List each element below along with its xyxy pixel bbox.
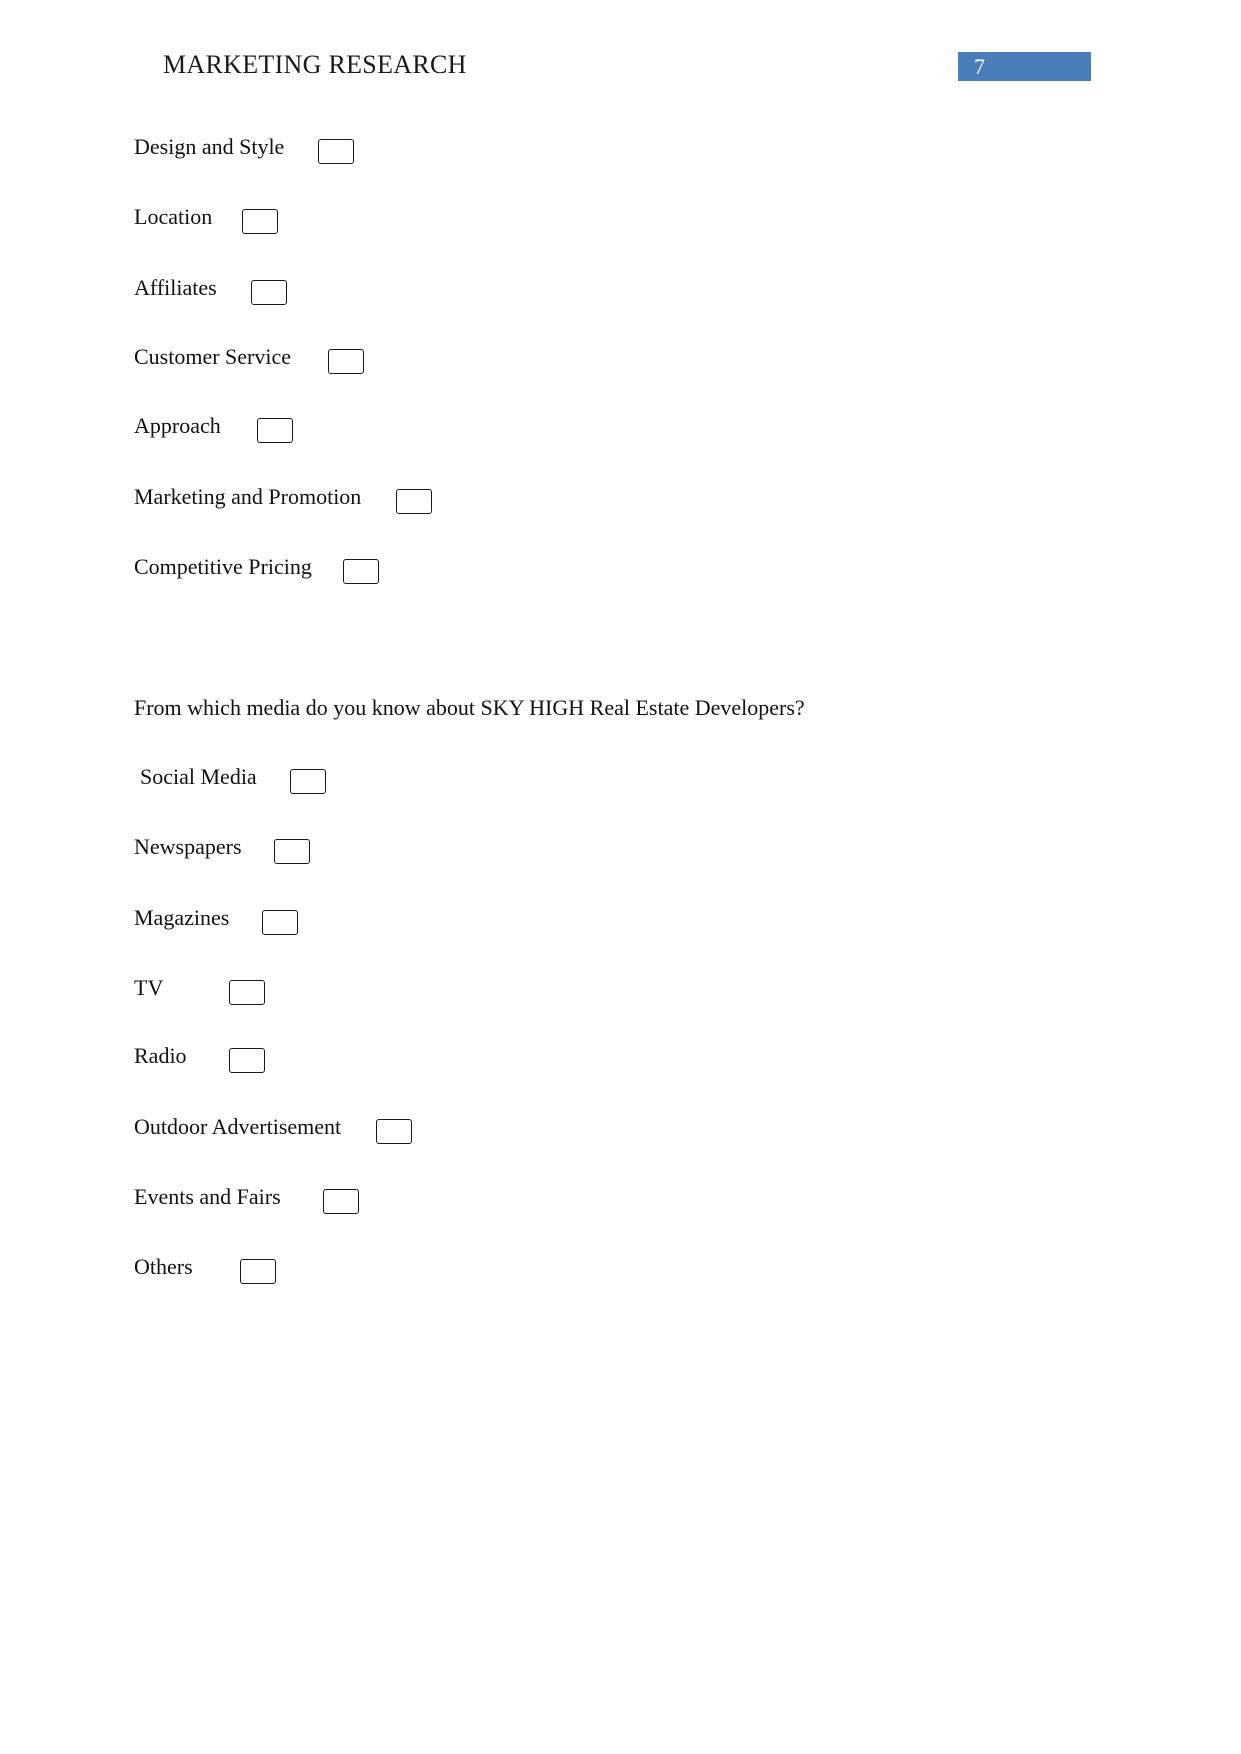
option-label: Approach: [134, 413, 221, 438]
option-label: Competitive Pricing: [134, 554, 312, 579]
option-row: Newspapers: [134, 831, 310, 865]
checkbox-customer-service[interactable]: [328, 349, 364, 374]
option-label: Newspapers: [134, 834, 242, 859]
option-row: Events and Fairs: [134, 1181, 359, 1215]
option-row: Competitive Pricing: [134, 551, 379, 585]
page-number-text: 7: [974, 54, 985, 79]
checkbox-affiliates[interactable]: [251, 280, 287, 305]
option-label: Location: [134, 204, 213, 229]
checkbox-tv[interactable]: [229, 980, 265, 1005]
option-row: Approach: [134, 410, 293, 444]
option-row: Radio: [134, 1040, 265, 1074]
option-row: Design and Style: [134, 131, 354, 165]
checkbox-newspapers[interactable]: [274, 839, 310, 864]
option-row: Customer Service: [134, 341, 364, 375]
checkbox-approach[interactable]: [257, 418, 293, 443]
question-media: From which media do you know about SKY H…: [134, 695, 805, 720]
checkbox-competitive-pricing[interactable]: [343, 559, 379, 584]
option-row: Location: [134, 201, 278, 235]
option-row: Social Media: [140, 761, 326, 795]
checkbox-others[interactable]: [240, 1259, 276, 1284]
option-label: Affiliates: [134, 275, 217, 300]
option-row: Others: [134, 1251, 276, 1285]
option-row: Affiliates: [134, 272, 287, 306]
checkbox-social-media[interactable]: [290, 769, 326, 794]
document-page: MARKETING RESEARCH 7 Design and Style Loc…: [0, 0, 1241, 1754]
checkbox-magazines[interactable]: [262, 910, 298, 935]
checkbox-design-and-style[interactable]: [318, 139, 354, 164]
option-label: Radio: [134, 1043, 187, 1068]
page-header: MARKETING RESEARCH 7: [0, 48, 1241, 88]
option-row: Magazines: [134, 902, 298, 936]
option-label: Social Media: [140, 764, 257, 789]
page-number-badge: 7: [958, 52, 1091, 81]
checkbox-location[interactable]: [242, 209, 278, 234]
option-row: Outdoor Advertisement: [134, 1111, 412, 1145]
option-label: Others: [134, 1254, 193, 1279]
option-label: Magazines: [134, 905, 230, 930]
option-row: TV: [134, 972, 265, 1006]
checkbox-marketing-and-promotion[interactable]: [396, 489, 432, 514]
option-label: Marketing and Promotion: [134, 484, 362, 509]
checkbox-outdoor-advertisement[interactable]: [376, 1119, 412, 1144]
option-label: Design and Style: [134, 134, 285, 159]
option-row: Marketing and Promotion: [134, 481, 432, 515]
option-label: TV: [134, 975, 164, 1000]
page-title: MARKETING RESEARCH: [163, 50, 467, 79]
option-label: Events and Fairs: [134, 1184, 281, 1209]
option-label: Outdoor Advertisement: [134, 1114, 342, 1139]
checkbox-events-and-fairs[interactable]: [323, 1189, 359, 1214]
option-label: Customer Service: [134, 344, 292, 369]
checkbox-radio[interactable]: [229, 1048, 265, 1073]
